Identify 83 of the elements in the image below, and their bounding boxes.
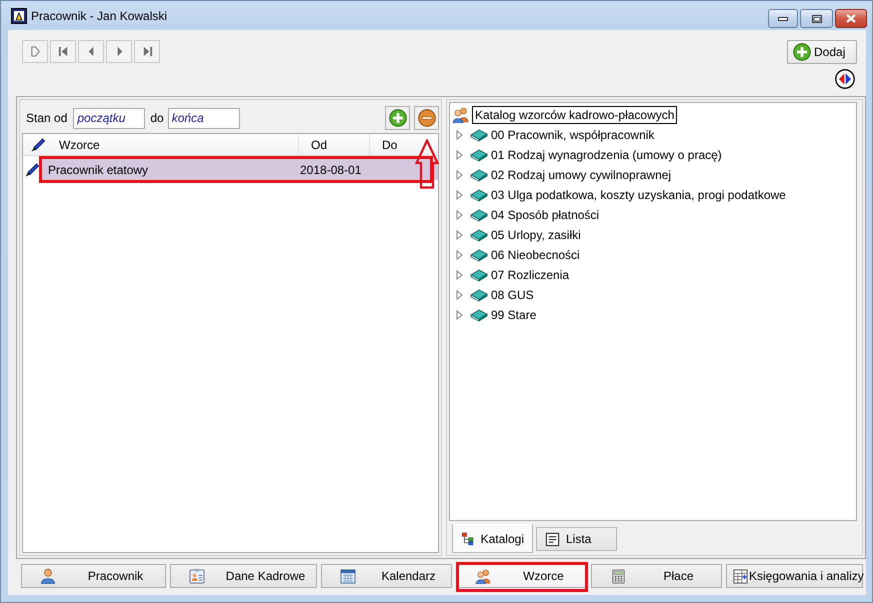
- arrow-outline-icon: [30, 46, 40, 57]
- tree-item[interactable]: 07 Rozliczenia: [491, 268, 570, 282]
- maximize-icon: [812, 14, 822, 22]
- tree-root-item[interactable]: Katalog wzorców kadrowo-płacowych: [472, 106, 678, 124]
- tree-item[interactable]: 01 Rodzaj wynagrodzenia (umowy o pracę): [491, 148, 722, 162]
- date-from-field[interactable]: początku: [73, 108, 146, 128]
- module-tab[interactable]: Pracownik: [21, 564, 166, 588]
- expand-arrow-icon[interactable]: [456, 130, 463, 140]
- book-icon: [470, 128, 488, 142]
- previous-record-button[interactable]: [78, 40, 104, 63]
- hierarchy-icon: [461, 531, 475, 546]
- date-to-field[interactable]: końca: [168, 108, 240, 128]
- module-tab[interactable]: Wzorce: [456, 564, 587, 588]
- tree-item[interactable]: 04 Sposób płatności: [491, 208, 600, 222]
- people-icon: [452, 107, 470, 123]
- column-header[interactable]: Wzorce: [59, 138, 100, 152]
- view-tab[interactable]: Lista: [536, 527, 617, 551]
- add-button[interactable]: Dodaj: [787, 40, 857, 64]
- expand-arrow-icon[interactable]: [456, 210, 463, 220]
- pencil-icon: [30, 136, 46, 152]
- module-tab[interactable]: Księgowania i analizy: [726, 564, 863, 588]
- last-record-button[interactable]: [134, 40, 160, 63]
- expand-arrow-icon[interactable]: [456, 290, 463, 300]
- book-icon: [470, 268, 488, 282]
- calendar-icon: [340, 568, 356, 584]
- book-icon: [470, 308, 488, 322]
- tree-item[interactable]: 03 Ulga podatkowa, koszty uzyskania, progi podatkowe: [491, 188, 786, 202]
- remove-template-button[interactable]: [414, 106, 439, 130]
- arrows-circle-icon[interactable]: [835, 69, 855, 89]
- expand-arrow-icon[interactable]: [456, 250, 463, 260]
- book-icon: [470, 148, 488, 162]
- id-card-icon: [189, 568, 205, 584]
- next-record-button[interactable]: [106, 40, 132, 63]
- expand-arrow-icon[interactable]: [456, 190, 463, 200]
- minimize-icon: [778, 16, 788, 20]
- module-tab[interactable]: Płace: [591, 564, 722, 588]
- tree-item[interactable]: 06 Nieobecności: [491, 248, 580, 262]
- view-tab[interactable]: Katalogi: [452, 524, 533, 553]
- tree-item[interactable]: 05 Urlopy, zasiłki: [491, 228, 581, 242]
- people-icon: [474, 568, 492, 584]
- expand-arrow-icon[interactable]: [456, 170, 463, 180]
- new-record-button[interactable]: [22, 40, 48, 63]
- book-icon: [470, 228, 488, 242]
- skip-forward-icon: [142, 46, 152, 57]
- range-from-label: Stan od: [26, 111, 68, 125]
- book-icon: [470, 248, 488, 262]
- first-record-button[interactable]: [50, 40, 76, 63]
- plus-icon: [793, 42, 811, 60]
- minimize-button[interactable]: [768, 9, 798, 28]
- book-icon: [470, 168, 488, 182]
- document-icon: [545, 532, 560, 546]
- module-tab[interactable]: Dane Kadrowe: [170, 564, 317, 588]
- module-tab[interactable]: Kalendarz: [321, 564, 452, 588]
- book-icon: [470, 288, 488, 302]
- book-icon: [470, 208, 488, 222]
- skip-back-icon: [58, 46, 68, 57]
- close-icon: [846, 14, 856, 23]
- expand-arrow-icon[interactable]: [456, 270, 463, 280]
- expand-arrow-icon[interactable]: [456, 310, 463, 320]
- tree-item[interactable]: 00 Pracownik, współpracownik: [491, 128, 654, 142]
- minus-icon: [418, 109, 436, 127]
- app-icon: [11, 8, 27, 24]
- table-row[interactable]: Pracownik etatowy 2018-08-01: [41, 159, 438, 180]
- close-button[interactable]: [835, 9, 867, 28]
- expand-arrow-icon[interactable]: [456, 150, 463, 160]
- table-cell-text: 2018-08-01: [299, 162, 362, 176]
- book-icon: [470, 188, 488, 202]
- range-to-label: do: [150, 111, 164, 125]
- spreadsheet-icon: [732, 568, 748, 584]
- window-title: Pracownik - Jan Kowalski: [31, 8, 168, 22]
- tree-item[interactable]: 99 Stare: [491, 308, 536, 322]
- column-header[interactable]: Do: [382, 138, 398, 152]
- add-template-button[interactable]: [385, 106, 410, 130]
- pencil-icon: [24, 162, 40, 178]
- table-cell-text: Pracownik etatowy: [47, 162, 150, 176]
- tree-item[interactable]: 08 GUS: [491, 288, 534, 302]
- expand-arrow-icon[interactable]: [456, 230, 463, 240]
- plus-icon: [388, 109, 406, 127]
- tree-item[interactable]: 02 Rodzaj umowy cywilnoprawnej: [491, 168, 672, 182]
- person-icon: [40, 568, 56, 584]
- column-header[interactable]: Od: [311, 138, 328, 152]
- maximize-button[interactable]: [800, 9, 833, 28]
- calculator-icon: [610, 568, 626, 584]
